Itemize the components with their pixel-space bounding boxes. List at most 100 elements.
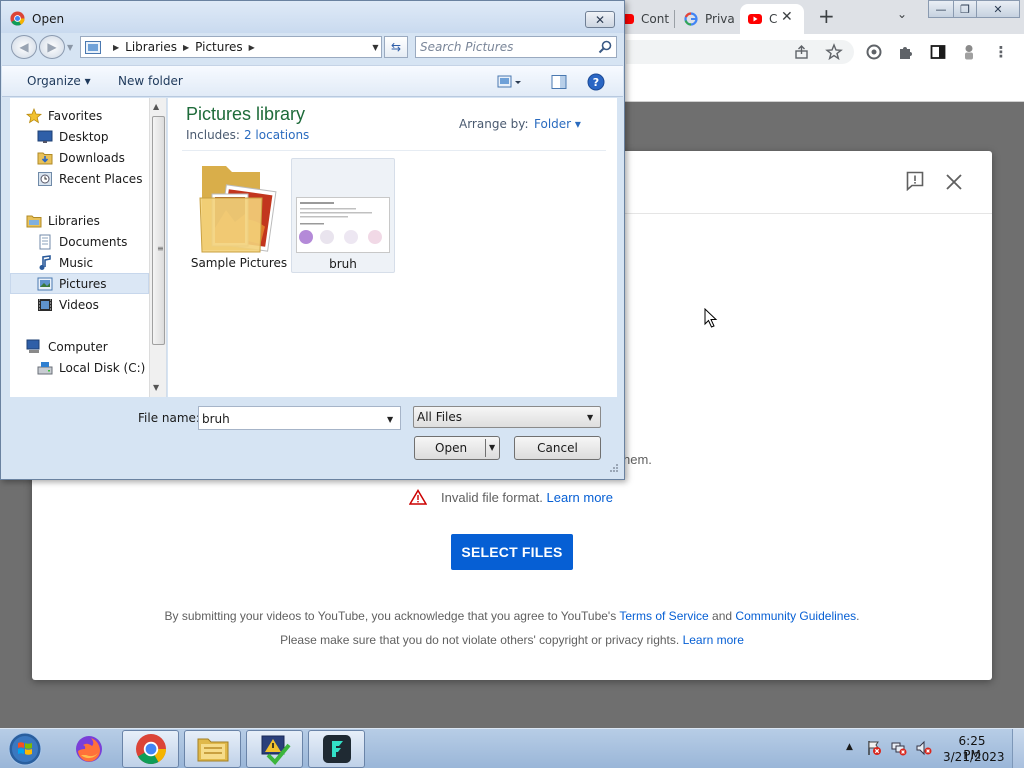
nav-computer[interactable]: Computer [26,336,166,357]
start-button[interactable] [6,731,44,767]
extension-circle-icon[interactable] [865,43,883,61]
refresh-button[interactable]: ⇆ [384,36,408,58]
back-arrow-icon: ◀ [19,40,29,54]
volume-muted-icon[interactable] [916,740,932,756]
tab-label: Cont [641,12,670,26]
profile-avatar[interactable] [960,43,978,61]
nav-label: Favorites [48,108,103,123]
recent-locations-chevron-icon[interactable]: ▼ [67,43,73,52]
scrollbar-thumb[interactable]: ≡ [152,116,165,345]
google-g-icon [684,12,698,26]
select-files-button[interactable]: SELECT FILES [451,534,573,570]
error-text: Invalid file format. [441,489,543,505]
breadcrumb-separator-icon: ▶ [248,42,255,52]
search-box[interactable] [415,36,617,58]
community-guidelines-link[interactable]: Community Guidelines [735,609,856,623]
search-icon[interactable] [598,40,612,54]
clock-date[interactable]: 3/21/2023 [943,750,1005,764]
close-tab-icon[interactable]: ✕ [781,9,793,25]
forward-button[interactable]: ▶ [39,35,65,59]
taskbar-filmora[interactable] [308,730,365,768]
image-thumbnail [296,197,390,253]
address-bar[interactable] [626,40,854,64]
dialog-titlebar: Open ✕ [1,1,624,33]
open-button[interactable]: Open ▼ [414,436,500,460]
file-item-sample-pictures[interactable]: Sample Pictures [187,158,291,273]
scroll-down-icon[interactable]: ▼ [153,383,159,392]
chrome-icon [135,734,166,765]
nav-favorites[interactable]: Favorites [26,105,166,126]
close-icon[interactable] [945,173,963,191]
close-window-button[interactable]: ✕ [976,0,1020,18]
nav-libraries[interactable]: Libraries [26,210,166,231]
file-type-select[interactable]: All Files ▼ [413,406,601,428]
nav-label: Videos [59,297,99,312]
breadcrumb-pictures[interactable]: Pictures [195,40,243,54]
new-tab-button[interactable]: + [818,4,835,28]
change-view-icon[interactable] [497,74,523,90]
tab-search-chevron-icon[interactable]: ⌄ [897,7,907,21]
taskbar-chrome[interactable] [122,730,179,768]
show-desktop-button[interactable] [1012,729,1024,768]
new-folder-button[interactable]: New folder [118,74,183,88]
breadcrumb-libraries[interactable]: Libraries [125,40,177,54]
action-center-flag-icon[interactable] [866,740,882,756]
arrange-by-dropdown[interactable]: Folder ▾ [534,117,581,131]
minimize-button[interactable]: — [928,0,954,18]
dialog-close-button[interactable]: ✕ [585,11,615,28]
share-icon[interactable] [793,43,811,61]
bookmark-star-icon[interactable] [825,43,843,61]
error-learn-more-link[interactable]: Learn more [547,490,613,505]
folder-with-pictures-icon [199,166,277,253]
taskbar-file-explorer[interactable] [184,730,241,768]
cancel-button[interactable]: Cancel [514,436,601,460]
firefox-icon [75,736,102,762]
navigation-pane: Favorites Desktop Downloads Recent Place… [10,98,167,397]
security-check-icon [261,735,291,765]
command-bar: Organize ▾ New folder ? [2,65,623,97]
music-icon [39,254,51,270]
pictures-library-icon [85,40,101,54]
tab-youtube-active[interactable]: C [740,4,804,34]
tab-divider [674,10,675,28]
resize-grip-icon[interactable] [607,463,619,475]
network-status-icon[interactable] [891,740,907,756]
chrome-menu-icon[interactable]: ⋮ [992,43,1010,61]
terms-of-service-link[interactable]: Terms of Service [619,609,708,623]
filmora-icon [322,735,351,763]
copyright-learn-more-link[interactable]: Learn more [683,633,744,647]
show-hidden-icons-button[interactable]: ▲ [846,742,853,752]
file-name-label: File name: [138,411,200,425]
scroll-up-icon[interactable]: ▲ [153,102,159,111]
tab-label: C [769,12,778,26]
extensions-puzzle-icon[interactable] [897,43,915,61]
feedback-icon[interactable] [906,171,924,191]
taskbar-firefox[interactable] [60,730,117,768]
file-type-value: All Files [417,410,463,424]
side-panel-icon[interactable] [929,43,947,61]
tab-privacy[interactable]: Priva [676,4,738,34]
maximize-button[interactable]: ❐ [953,0,977,18]
taskbar-security-app[interactable] [246,730,303,768]
open-options-dropdown-icon[interactable]: ▼ [489,443,495,452]
back-button[interactable]: ◀ [11,35,37,59]
file-name-combobox[interactable]: ▼ [198,406,401,430]
preview-pane-icon[interactable] [551,74,567,90]
file-name-dropdown-icon[interactable]: ▼ [387,415,393,424]
file-item-bruh[interactable]: bruh [291,158,395,273]
videos-icon [38,298,52,311]
file-name-input[interactable] [202,411,382,427]
locations-link[interactable]: 2 locations [244,128,309,142]
breadcrumb-separator-icon: ▶ [113,42,120,52]
help-icon[interactable]: ? [587,73,605,91]
nav-pictures-selected[interactable]: Pictures [10,273,149,294]
navigation-scrollbar[interactable]: ▲ ≡ ▼ [149,98,166,397]
nav-label: Libraries [48,213,100,228]
library-title: Pictures library [186,104,306,124]
organize-menu[interactable]: Organize ▾ [27,74,91,88]
address-dropdown-icon[interactable]: ▼ [369,36,382,58]
library-includes: Includes: 2 locations [186,128,309,142]
search-input[interactable] [420,39,590,55]
file-explorer-icon [197,738,228,762]
address-breadcrumb[interactable]: ▶ Libraries ▶ Pictures ▶ [80,36,382,58]
